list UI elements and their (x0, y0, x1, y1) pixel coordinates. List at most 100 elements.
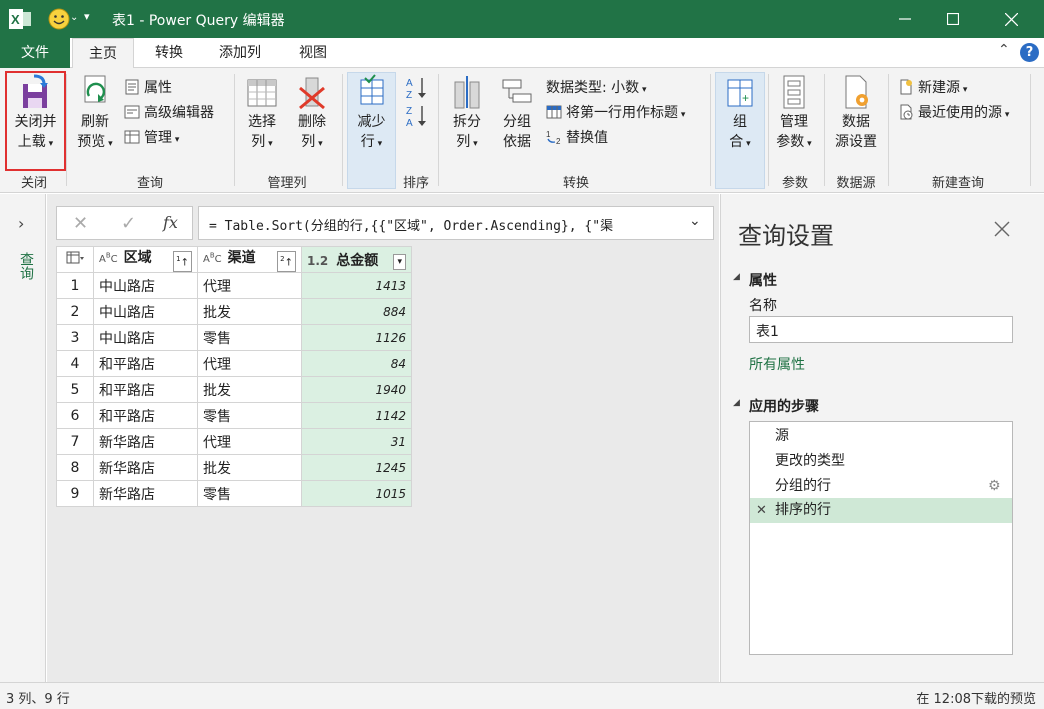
minimize-button[interactable] (882, 0, 928, 38)
advanced-editor-button[interactable]: 高级编辑器 (124, 102, 214, 124)
tab-file[interactable]: 文件 (0, 38, 70, 68)
close-settings-button[interactable] (993, 220, 1013, 240)
row-number[interactable]: 8 (56, 454, 94, 481)
queries-pane-label[interactable]: 查询 (16, 252, 36, 280)
tab-transform[interactable]: 转换 (140, 38, 198, 68)
cell-region[interactable]: 和平路店 (93, 350, 198, 377)
column-filter-button[interactable]: 1↑ (173, 251, 192, 272)
row-number[interactable]: 6 (56, 402, 94, 429)
applied-step[interactable]: 分组的行 ⚙ (750, 474, 1012, 499)
close-window-button[interactable] (988, 0, 1034, 38)
properties-button[interactable]: 属性 (124, 77, 172, 99)
combine-button[interactable]: + 组 合 ▾ (717, 74, 763, 154)
row-number[interactable]: 7 (56, 428, 94, 455)
cell-amount[interactable]: 1126 (301, 324, 412, 351)
all-properties-link[interactable]: 所有属性 (749, 354, 805, 374)
tab-add-column[interactable]: 添加列 (204, 38, 276, 68)
close-and-load-button[interactable]: 关闭并 上载 ▾ (8, 74, 63, 154)
remove-columns-button[interactable]: 删除 列 ▾ (290, 74, 334, 154)
query-name-input[interactable]: 表1 (749, 316, 1013, 343)
table-menu-header[interactable] (56, 246, 94, 273)
cell-region[interactable]: 和平路店 (93, 376, 198, 403)
text-type-icon[interactable]: ABC (203, 252, 222, 265)
cell-region[interactable]: 新华路店 (93, 428, 198, 455)
choose-columns-button[interactable]: 选择 列 ▾ (240, 74, 284, 154)
split-column-button[interactable]: 拆分 列 ▾ (446, 74, 488, 154)
expand-formula-chevron-icon[interactable]: ⌄ (689, 213, 701, 229)
applied-steps-heading[interactable]: 应用的步骤 (749, 396, 819, 416)
tab-home[interactable]: 主页 (72, 38, 134, 69)
data-source-settings-button[interactable]: 数据 源设置 (830, 74, 882, 152)
expand-queries-chevron-icon[interactable]: › (18, 214, 24, 233)
decimal-type-icon[interactable]: 1.2 (307, 254, 328, 268)
tab-view[interactable]: 视图 (284, 38, 342, 68)
applied-step[interactable]: 更改的类型 (750, 449, 1012, 474)
row-number[interactable]: 9 (56, 480, 94, 507)
help-icon[interactable]: ? (1020, 43, 1039, 62)
row-number[interactable]: 3 (56, 324, 94, 351)
sort-ascending-button[interactable]: AZ (406, 76, 428, 101)
row-number[interactable]: 2 (56, 298, 94, 325)
cell-region[interactable]: 中山路店 (93, 298, 198, 325)
cell-channel[interactable]: 代理 (197, 272, 302, 299)
confirm-formula-icon[interactable]: ✓ (121, 213, 136, 234)
cell-amount[interactable]: 84 (301, 350, 412, 377)
recent-sources-button[interactable]: 最近使用的源 ▾ (898, 102, 1009, 124)
text-type-icon[interactable]: ABC (99, 252, 118, 265)
cell-channel[interactable]: 批发 (197, 376, 302, 403)
manage-parameters-button[interactable]: 管理 参数 ▾ (772, 74, 816, 154)
applied-step-label: 分组的行 (775, 478, 831, 494)
cell-channel[interactable]: 代理 (197, 350, 302, 377)
cell-region[interactable]: 和平路店 (93, 402, 198, 429)
reduce-rows-button[interactable]: 减少 行 ▾ (349, 74, 394, 154)
cell-amount[interactable]: 884 (301, 298, 412, 325)
row-number[interactable]: 4 (56, 350, 94, 377)
refresh-preview-button[interactable]: 刷新 预览 ▾ (70, 74, 120, 154)
steps-collapse-icon[interactable]: ◢ (733, 398, 740, 408)
step-settings-gear-icon[interactable]: ⚙ (988, 474, 1001, 499)
formula-input[interactable]: = Table.Sort(分组的行,{{"区域", Order.Ascendin… (198, 206, 714, 240)
cell-amount[interactable]: 1940 (301, 376, 412, 403)
maximize-button[interactable] (930, 0, 976, 38)
cell-amount[interactable]: 1413 (301, 272, 412, 299)
cell-region[interactable]: 中山路店 (93, 324, 198, 351)
cell-channel[interactable]: 零售 (197, 324, 302, 351)
cell-channel[interactable]: 零售 (197, 480, 302, 507)
smiley-feedback-icon[interactable] (48, 8, 70, 30)
collapse-ribbon-icon[interactable]: ⌃ (998, 42, 1010, 58)
cell-channel[interactable]: 零售 (197, 402, 302, 429)
column-header-region[interactable]: ABC 区域 1↑ (93, 246, 198, 273)
new-source-button[interactable]: 新建源 ▾ (898, 77, 967, 99)
cell-amount[interactable]: 1142 (301, 402, 412, 429)
cancel-formula-icon[interactable]: ✕ (73, 213, 88, 234)
properties-heading[interactable]: 属性 (749, 270, 777, 290)
cell-region[interactable]: 新华路店 (93, 480, 198, 507)
cell-channel[interactable]: 批发 (197, 298, 302, 325)
row-number[interactable]: 5 (56, 376, 94, 403)
group-by-button[interactable]: 分组 依据 (496, 74, 538, 152)
cell-channel[interactable]: 批发 (197, 454, 302, 481)
replace-values-button[interactable]: 1 2 替换值 (546, 127, 608, 149)
column-filter-button[interactable]: 2↑ (277, 251, 296, 272)
cell-region[interactable]: 新华路店 (93, 454, 198, 481)
quick-access-customize-icon[interactable]: ▾ (84, 10, 90, 23)
cell-amount[interactable]: 1245 (301, 454, 412, 481)
row-number[interactable]: 1 (56, 272, 94, 299)
cell-region[interactable]: 中山路店 (93, 272, 198, 299)
manage-button[interactable]: 管理 ▾ (124, 127, 179, 149)
applied-step-selected[interactable]: ✕ 排序的行 (750, 498, 1012, 523)
data-type-dropdown[interactable]: 数据类型: 小数 ▾ (546, 77, 647, 99)
cell-amount[interactable]: 31 (301, 428, 412, 455)
fx-icon[interactable]: fx (163, 213, 178, 232)
applied-step[interactable]: 源 (750, 424, 1012, 449)
use-first-row-as-headers-button[interactable]: 将第一行用作标题 ▾ (546, 102, 685, 124)
cell-amount[interactable]: 1015 (301, 480, 412, 507)
column-header-channel[interactable]: ABC 渠道 2↑ (197, 246, 302, 273)
chevron-down-icon[interactable]: ⌄ (70, 12, 78, 23)
column-filter-dropdown-icon[interactable]: ▾ (393, 253, 406, 270)
column-header-amount[interactable]: 1.2 总金额 ▾ (301, 246, 412, 273)
properties-collapse-icon[interactable]: ◢ (733, 272, 740, 282)
delete-step-icon[interactable]: ✕ (756, 498, 767, 523)
sort-descending-button[interactable]: ZA (406, 104, 428, 129)
cell-channel[interactable]: 代理 (197, 428, 302, 455)
